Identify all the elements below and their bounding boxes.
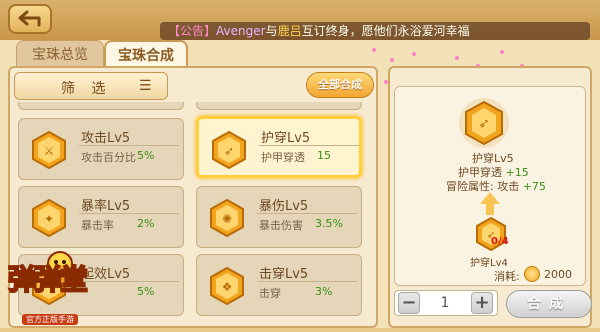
gem-card[interactable]: ✦ 暴率Lv5 暴击率 2% bbox=[18, 186, 184, 248]
svg-text:➶: ➶ bbox=[224, 144, 234, 158]
svg-text:⚔: ⚔ bbox=[44, 144, 55, 158]
gem-attribute: 攻击百分比 bbox=[81, 151, 136, 164]
notice-player-2: 鹿吕 bbox=[277, 24, 302, 38]
logo-subtitle: 官方正版手游 bbox=[22, 314, 78, 325]
gem-card-partial[interactable] bbox=[196, 102, 362, 110]
gem-card[interactable]: ❖ 击穿Lv5 击穿 3% bbox=[196, 254, 362, 316]
notice-tag: 【公告】 bbox=[168, 24, 217, 38]
back-arrow-icon bbox=[18, 10, 41, 27]
gem-attribute: 击穿 bbox=[259, 287, 281, 300]
material-count: 0/4 bbox=[491, 236, 509, 247]
armor-pierce-gem-large-icon: ➶ bbox=[459, 98, 509, 148]
notice-mid: 与 bbox=[265, 24, 278, 38]
gold-coin-icon bbox=[524, 266, 540, 282]
list-icon: ☰ bbox=[139, 78, 152, 94]
gem-name: 护穿Lv5 bbox=[261, 131, 311, 146]
gem-attribute: 暴击伤害 bbox=[259, 219, 303, 232]
material-gem-name: 护穿Lv4 bbox=[470, 258, 508, 269]
gem-name: 暴伤Lv5 bbox=[259, 199, 309, 214]
gem-name: 暴率Lv5 bbox=[81, 199, 131, 214]
svg-text:✺: ✺ bbox=[222, 212, 232, 226]
gem-attribute: 护甲穿透 bbox=[261, 151, 305, 164]
cost-value: 2000 bbox=[544, 268, 572, 281]
quantity-increase-button[interactable]: + bbox=[471, 292, 493, 314]
gem-value: 3% bbox=[315, 285, 333, 298]
attack-gem-icon: ⚔ bbox=[32, 131, 66, 169]
gem-value: 3.5% bbox=[315, 217, 343, 230]
notice-text: 互订终身，愿他们永浴爱河幸福 bbox=[301, 24, 470, 38]
gem-name: 攻击Lv5 bbox=[81, 131, 131, 146]
filter-label: 筛 选 bbox=[61, 81, 112, 97]
gem-card-selected[interactable]: ➶ 护穿Lv5 护甲穿透 15 bbox=[196, 116, 362, 178]
synthesize-button[interactable]: 合成 bbox=[506, 290, 592, 318]
gem-value: 5% bbox=[137, 149, 155, 162]
announcement-banner: 【公告】Avenger与鹿吕互订终身，愿他们永浴爱河幸福 bbox=[160, 22, 590, 40]
quantity-decrease-button[interactable]: − bbox=[398, 292, 420, 314]
cost-label: 消耗: bbox=[494, 270, 520, 283]
back-button[interactable] bbox=[8, 4, 52, 34]
armor-pierce-gem-icon: ➶ bbox=[212, 131, 246, 169]
gem-card[interactable]: ✺ 暴伤Lv5 暴击伤害 3.5% bbox=[196, 186, 362, 248]
gem-attribute: 暴击率 bbox=[81, 219, 114, 232]
crit-damage-gem-icon: ✺ bbox=[210, 199, 244, 237]
gem-card-partial[interactable] bbox=[18, 102, 184, 110]
quantity-value[interactable]: 1 bbox=[420, 292, 470, 314]
gem-value: 5% bbox=[137, 285, 155, 298]
svg-text:❖: ❖ bbox=[222, 280, 233, 294]
svg-text:✦: ✦ bbox=[44, 212, 54, 226]
notice-player-1: Avenger bbox=[216, 24, 266, 38]
penetrate-gem-icon: ❖ bbox=[210, 267, 244, 305]
gem-value: 15 bbox=[317, 149, 331, 162]
svg-text:➶: ➶ bbox=[478, 116, 490, 132]
gem-name: 击穿Lv5 bbox=[259, 267, 309, 282]
gem-card[interactable]: ⚔ 攻击Lv5 攻击百分比 5% bbox=[18, 118, 184, 180]
logo-title: 弹弹堂 bbox=[7, 262, 89, 297]
synthesize-all-button[interactable]: 全部合成 bbox=[306, 72, 374, 98]
gem-value: 2% bbox=[137, 217, 155, 230]
tab-gem-synthesis[interactable]: 宝珠合成 bbox=[104, 40, 188, 68]
filter-button[interactable]: 筛 选 ☰ bbox=[14, 72, 168, 100]
tab-gem-overview[interactable]: 宝珠总览 bbox=[16, 40, 104, 68]
crit-rate-gem-icon: ✦ bbox=[32, 199, 66, 237]
upgrade-arrow-stem bbox=[486, 203, 494, 215]
